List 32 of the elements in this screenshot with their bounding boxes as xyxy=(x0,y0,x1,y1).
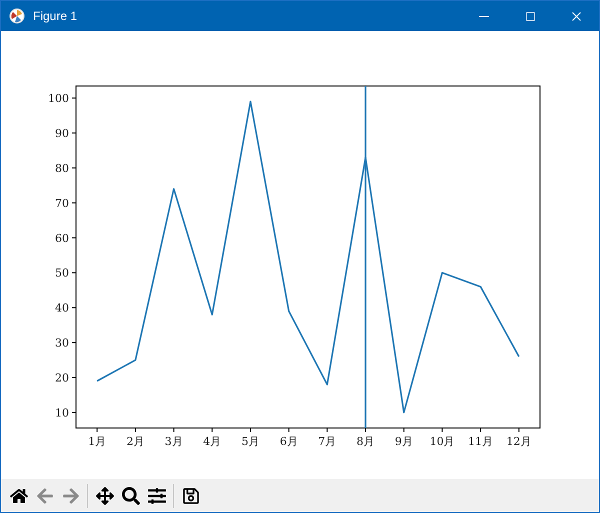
x-tick-label: 6月 xyxy=(280,435,298,448)
y-tick-label: 30 xyxy=(55,336,69,350)
x-tick-label: 2月 xyxy=(126,435,144,448)
y-tick-label: 10 xyxy=(55,406,69,420)
x-tick-label: 9月 xyxy=(394,435,413,448)
y-tick-label: 90 xyxy=(55,126,69,140)
back-arrow-icon xyxy=(36,487,54,505)
y-tick-label: 80 xyxy=(55,162,69,175)
sliders-icon xyxy=(148,487,166,505)
y-tick-label: 40 xyxy=(55,302,69,315)
y-tick-label: 20 xyxy=(55,372,69,385)
x-tick-label: 4月 xyxy=(203,435,222,448)
app-icon xyxy=(9,8,25,24)
y-tick-label: 70 xyxy=(55,196,69,210)
forward-arrow-icon xyxy=(62,487,80,505)
move-arrows-icon xyxy=(96,487,114,505)
x-tick-label: 3月 xyxy=(164,435,183,448)
x-tick-label: 11月 xyxy=(468,435,494,448)
zoom-magnifier-icon xyxy=(122,487,140,505)
x-tick-label: 7月 xyxy=(318,435,336,448)
y-tick-label: 50 xyxy=(55,266,69,280)
x-tick-label: 12月 xyxy=(506,435,532,448)
y-tick-label: 60 xyxy=(55,232,69,245)
save-icon xyxy=(182,487,200,505)
maximize-icon xyxy=(524,10,536,22)
home-icon xyxy=(10,487,28,505)
x-tick-label: 5月 xyxy=(241,435,260,448)
window-title: Figure 1 xyxy=(33,8,78,25)
x-tick-label: 8月 xyxy=(356,435,375,448)
y-tick-label: 100 xyxy=(48,92,69,106)
x-tick-label: 1月 xyxy=(88,435,106,448)
x-tick-label: 10月 xyxy=(430,435,455,448)
